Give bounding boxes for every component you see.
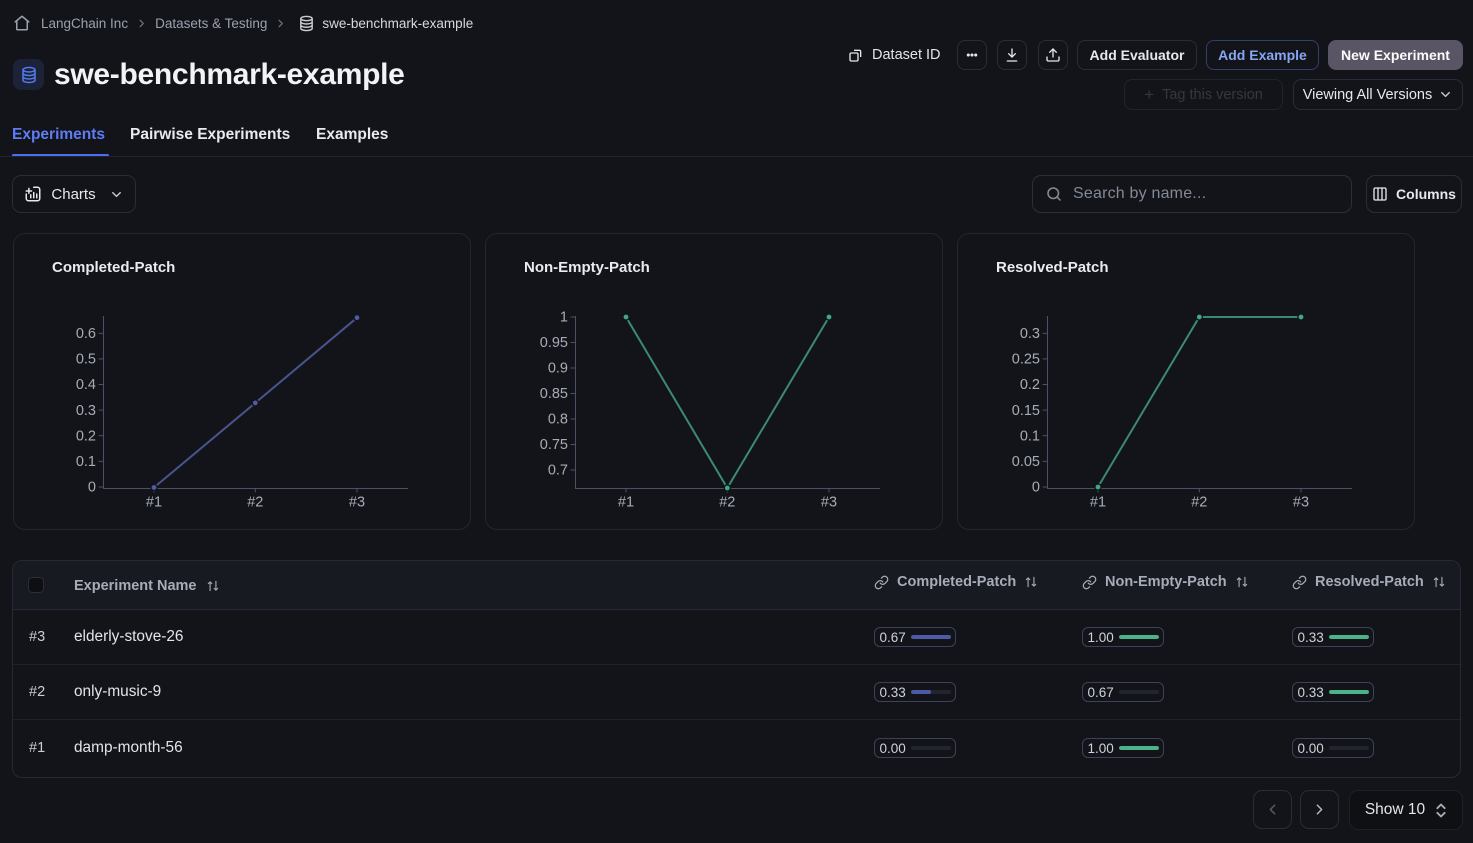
svg-text:0.95: 0.95 [540,335,568,351]
svg-text:#3: #3 [821,495,837,511]
svg-text:0.6: 0.6 [76,326,96,342]
svg-text:0.4: 0.4 [76,377,96,393]
svg-text:0.05: 0.05 [1012,454,1040,470]
svg-text:0.8: 0.8 [548,412,568,428]
svg-text:#1: #1 [146,495,162,511]
svg-text:#3: #3 [349,495,365,511]
svg-text:#2: #2 [1191,495,1207,511]
svg-text:#2: #2 [719,495,735,511]
svg-text:#2: #2 [247,495,263,511]
svg-text:0.25: 0.25 [1012,352,1040,368]
svg-text:0.5: 0.5 [76,352,96,368]
svg-text:0.1: 0.1 [76,454,96,470]
svg-text:0: 0 [88,480,96,496]
svg-text:0.3: 0.3 [1020,326,1040,342]
svg-text:0.3: 0.3 [76,403,96,419]
svg-text:#1: #1 [1090,495,1106,511]
svg-text:1: 1 [560,310,568,326]
svg-text:0.7: 0.7 [548,463,568,479]
svg-text:0.85: 0.85 [540,386,568,402]
svg-text:0.9: 0.9 [548,361,568,377]
svg-text:0.75: 0.75 [540,437,568,453]
svg-text:0.15: 0.15 [1012,403,1040,419]
svg-text:0: 0 [1032,480,1040,496]
svg-text:0.1: 0.1 [1020,428,1040,444]
svg-text:#1: #1 [618,495,634,511]
svg-text:0.2: 0.2 [1020,377,1040,393]
svg-text:#3: #3 [1293,495,1309,511]
svg-text:0.2: 0.2 [76,428,96,444]
